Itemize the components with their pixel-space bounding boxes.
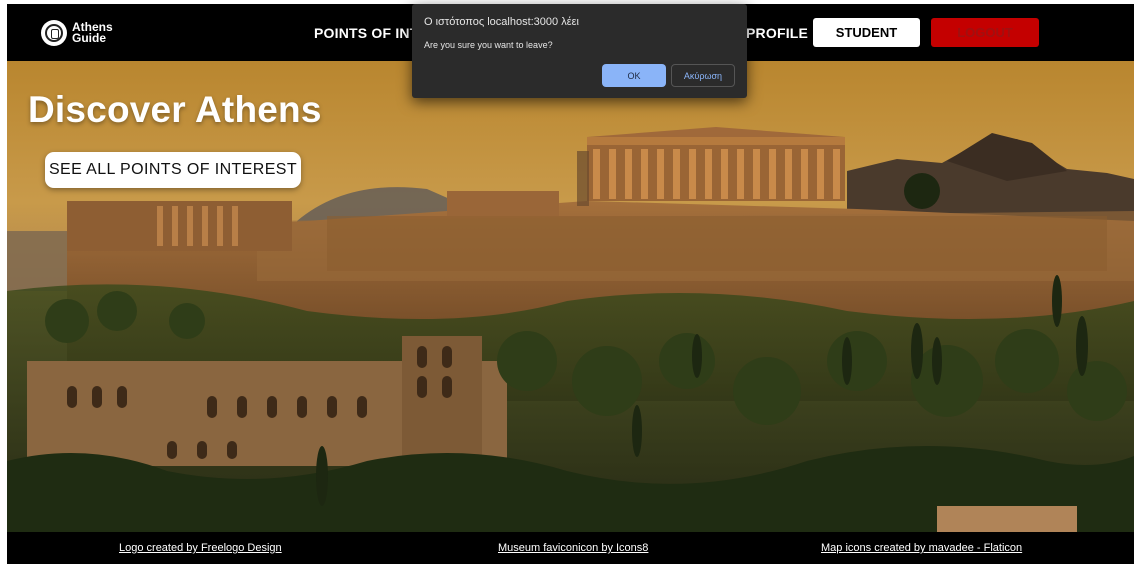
hero-title: Discover Athens [28,89,322,130]
dialog-cancel-button[interactable]: Ακύρωση [671,64,735,87]
see-all-poi-button[interactable]: SEE ALL POINTS OF INTEREST [45,152,301,188]
dialog-title: Ο ιστότοπος localhost:3000 λέει [424,16,579,28]
nav-points-of-interest[interactable]: POINTS OF INTEREST [314,25,414,41]
site-logo[interactable]: Athens Guide [41,20,113,46]
logo-line-2: Guide [72,31,107,45]
logout-button[interactable]: LOGOUT [931,18,1039,47]
dialog-message: Are you sure you want to leave? [424,40,553,50]
hero-section: Discover Athens SEE ALL POINTS OF INTERE… [7,61,1134,532]
acropolis-background-image [7,61,1134,532]
athens-guide-logo-icon [41,20,67,46]
dialog-ok-button[interactable]: OK [602,64,666,87]
footer-link-museum-icon-credit[interactable]: Museum faviconicon by Icons8 [498,542,648,554]
footer: Logo created by Freelogo Design Museum f… [7,532,1134,564]
nav-profile[interactable]: PROFILE [746,25,808,41]
footer-link-map-icons-credit[interactable]: Map icons created by mavadee - Flaticon [821,542,1022,554]
student-button[interactable]: STUDENT [813,18,920,47]
logo-text: Athens Guide [72,21,113,45]
footer-link-logo-credit[interactable]: Logo created by Freelogo Design [119,542,282,554]
leave-confirm-dialog: Ο ιστότοπος localhost:3000 λέει Are you … [412,4,747,98]
